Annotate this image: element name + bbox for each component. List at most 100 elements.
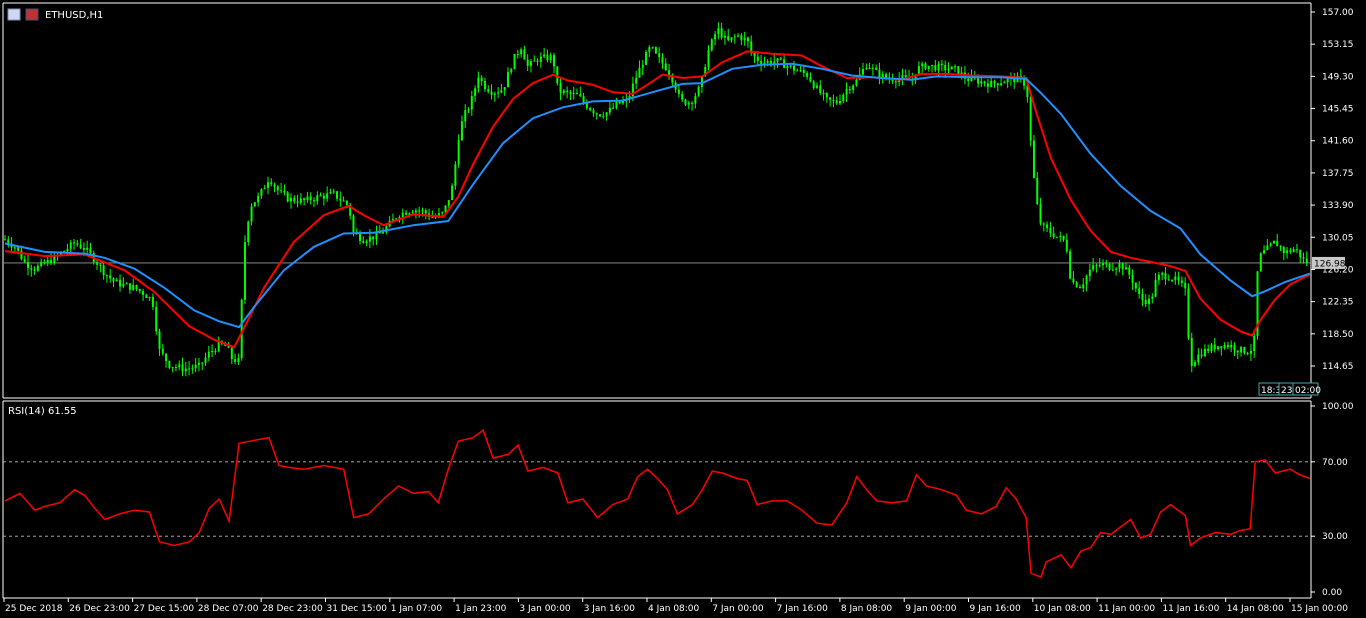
- candle-body: [342, 200, 345, 202]
- time-tick-label: 8 Jan 08:00: [841, 604, 893, 614]
- time-tick-label: 3 Jan 16:00: [584, 604, 636, 614]
- candle-body: [89, 247, 92, 253]
- candle-body: [421, 210, 424, 212]
- candle-body: [1134, 282, 1137, 289]
- candle-body: [1118, 263, 1121, 269]
- flag-icon[interactable]: [25, 8, 39, 21]
- candle-body: [503, 87, 506, 91]
- candle-body: [243, 242, 246, 300]
- candle-body: [815, 85, 818, 88]
- time-tick-label: 26 Dec 23:00: [69, 604, 130, 614]
- candle-body: [171, 367, 174, 369]
- time-tick-label: 1 Jan 23:00: [455, 604, 507, 614]
- candle-body: [654, 47, 657, 54]
- time-tick-label: 7 Jan 16:00: [777, 604, 829, 614]
- candle-body: [904, 75, 907, 78]
- candle-body: [1138, 288, 1141, 294]
- candle-body: [405, 212, 408, 215]
- candle-body: [552, 55, 555, 67]
- candle-body: [1095, 265, 1098, 267]
- candle-body: [668, 70, 671, 75]
- rsi-tick-label: 30.00: [1322, 532, 1348, 542]
- candle-body: [36, 265, 39, 271]
- candle-body: [454, 164, 457, 186]
- candle-body: [510, 69, 513, 73]
- candle-body: [1121, 263, 1124, 270]
- candle-body: [556, 66, 559, 84]
- rsi-tick-label: 0.00: [1322, 588, 1342, 598]
- candle-body: [546, 54, 549, 61]
- candle-body: [802, 69, 805, 73]
- candle-body: [1105, 263, 1108, 265]
- candle-body: [132, 285, 135, 290]
- time-tick-label: 14 Jan 08:00: [1227, 604, 1284, 614]
- candle-body: [806, 72, 809, 77]
- candle-body: [1042, 223, 1045, 225]
- candle-body: [1164, 273, 1167, 280]
- time-tick-label: 15 Jan 00:00: [1291, 604, 1348, 614]
- candle-body: [608, 107, 611, 113]
- candle-body: [362, 241, 365, 243]
- candle-body: [549, 55, 552, 61]
- candle-body: [303, 198, 306, 201]
- time-tick-label: 31 Dec 15:00: [327, 604, 388, 614]
- candle-body: [1115, 268, 1118, 270]
- candle-body: [605, 112, 608, 117]
- price-tick-label: 149.30: [1322, 72, 1354, 82]
- candle-body: [562, 90, 565, 93]
- candle-body: [4, 239, 6, 241]
- candle-body: [1286, 250, 1289, 254]
- candle-body: [645, 51, 648, 65]
- candle-body: [710, 39, 713, 51]
- candle-body: [365, 241, 368, 243]
- candle-body: [359, 234, 362, 242]
- candle-body: [158, 331, 161, 349]
- candle-body: [194, 364, 197, 369]
- candle-body: [924, 63, 927, 70]
- candle-body: [786, 66, 789, 69]
- candle-body: [845, 89, 848, 95]
- time-markers: 18:3 23 02:00: [1258, 382, 1321, 396]
- candle-body: [128, 283, 131, 290]
- candle-body: [115, 279, 118, 282]
- candle-body: [1151, 296, 1154, 299]
- candle-body: [27, 261, 30, 268]
- candle-body: [766, 60, 769, 63]
- candle-body: [993, 80, 996, 84]
- candle-body: [191, 368, 194, 370]
- candle-body: [737, 35, 740, 37]
- candle-body: [1161, 273, 1164, 275]
- candle-body: [986, 83, 989, 87]
- candle-body: [520, 49, 523, 55]
- candle-body: [1187, 288, 1190, 338]
- candle-body: [487, 89, 490, 92]
- candle-body: [181, 364, 184, 372]
- candle-body: [559, 83, 562, 93]
- candle-body: [878, 69, 881, 78]
- candle-body: [1131, 274, 1134, 283]
- candle-body: [1157, 274, 1160, 280]
- candle-body: [812, 81, 815, 88]
- candle-body: [339, 198, 342, 201]
- candle-body: [230, 347, 233, 360]
- candle-body: [526, 59, 529, 66]
- candle-body: [125, 283, 128, 285]
- candle-body: [474, 88, 477, 97]
- candle-body: [1272, 240, 1275, 244]
- candle-body: [372, 236, 375, 240]
- candle-body: [86, 247, 89, 250]
- candle-body: [460, 121, 463, 141]
- candle-body: [266, 182, 269, 188]
- candle-body: [13, 247, 16, 249]
- chart-window-icon[interactable]: [7, 8, 21, 21]
- candle-body: [1055, 236, 1058, 238]
- price-tick-label: 133.90: [1322, 201, 1354, 211]
- candle-body: [424, 210, 427, 214]
- candle-body: [865, 68, 868, 70]
- candle-body: [414, 210, 417, 213]
- candle-body: [579, 94, 582, 97]
- candle-body: [326, 193, 329, 199]
- candle-body: [293, 197, 296, 202]
- price-tick-label: 122.35: [1322, 298, 1354, 308]
- candle-body: [901, 75, 904, 79]
